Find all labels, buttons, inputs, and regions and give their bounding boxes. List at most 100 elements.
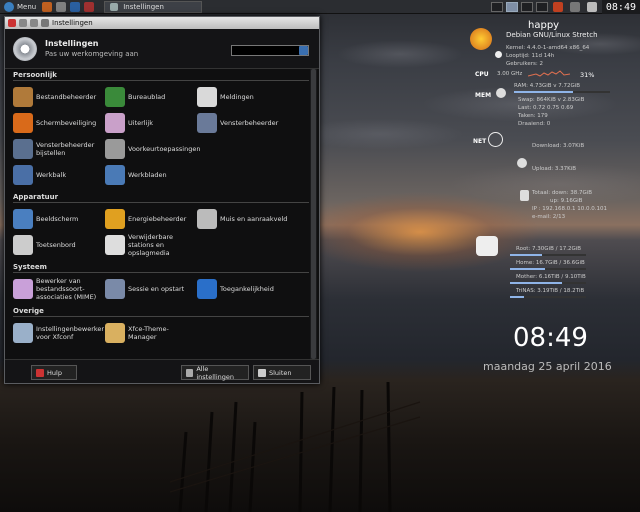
settings-item[interactable]: Voorkeurtoepassingen (105, 137, 200, 161)
desktop-date: maandag 25 april 2016 (483, 360, 612, 373)
mouse-icon (197, 209, 217, 229)
disk-bar-fill (510, 282, 562, 284)
minimize-window-icon[interactable] (19, 19, 27, 27)
window-titlebar[interactable]: Instellingen (5, 17, 319, 29)
settings-item[interactable]: Energiebeheerder (105, 207, 197, 231)
conky-users: Gebruikers: 2 (506, 61, 544, 67)
settings-item[interactable]: Muis en aanraakveld (197, 207, 309, 231)
close-window-icon[interactable] (8, 19, 16, 27)
back-arrow-icon (186, 368, 194, 377)
conky-kernel: Kernel: 4.4.0-1-amd64 x86_64 (506, 45, 590, 51)
settings-item[interactable]: Bewerker van bestandssoort-associaties (… (13, 277, 105, 301)
help-label: Hulp (47, 368, 62, 377)
settings-item-label: Bewerker van bestandssoort-associaties (… (36, 277, 97, 301)
empty-cell (197, 321, 309, 345)
appearance-icon (105, 113, 125, 133)
applications-menu-button[interactable]: Menu (0, 0, 40, 14)
mem-label: MEM (475, 92, 492, 99)
conky-running: Draaiend: 0 (518, 121, 551, 127)
firefox-launcher-icon[interactable] (42, 1, 53, 12)
settings-sections: Persoonlijk Bestandbeheerder Bureaublad Mel… (13, 71, 309, 345)
all-settings-button[interactable]: Alle instellingen (181, 364, 249, 381)
beach-fence-silhouette (169, 381, 421, 512)
settings-item[interactable]: Bureaublad (105, 85, 197, 109)
thunderbird-launcher-icon[interactable] (70, 1, 81, 12)
settings-item[interactable]: Werkbalk (13, 163, 105, 187)
flame-logo-icon (470, 28, 492, 50)
settings-item-label: Werkbalk (36, 171, 67, 179)
close-icon (258, 368, 266, 377)
tray-volume-icon[interactable] (569, 2, 580, 12)
workspace-4[interactable] (535, 2, 548, 12)
workspace-3[interactable] (520, 2, 533, 12)
disk-label: Mother: 6.16TiB / 9.10TiB (516, 274, 586, 280)
conky-ram: RAM: 4.73GiB v 7.72GiB (514, 83, 581, 89)
section-grid: Instellingenbewerker voor Xfconf Xfce-The… (13, 321, 309, 345)
tray-app-icon[interactable] (552, 2, 563, 12)
settings-item-label: Schermbeveiliging (36, 119, 97, 127)
conky-total-up: up: 9.16GiB (550, 198, 583, 204)
section-title: Apparatuur (13, 193, 309, 203)
top-panel: Menu Instellingen 08:49 (0, 0, 640, 14)
settings-item[interactable]: Beeldscherm (13, 207, 105, 231)
settings-item[interactable]: Werkbladen (105, 163, 197, 187)
panel-clock[interactable]: 08:49 (601, 0, 640, 14)
settings-item[interactable]: Verwijderbare stations en opslagmedia (105, 233, 197, 257)
settings-item[interactable]: Xfce-Theme-Manager (105, 321, 197, 345)
maximize-window-icon[interactable] (30, 19, 38, 27)
settings-gear-icon (13, 36, 37, 61)
workspace-1[interactable] (490, 2, 503, 12)
taskbar-window-button[interactable]: Instellingen (104, 0, 203, 13)
disk-bar-fill (510, 268, 545, 270)
settings-item[interactable]: Uiterlijk (105, 111, 197, 135)
hard-drive-icon (476, 236, 498, 256)
accessibility-icon (197, 279, 217, 299)
cpu-percent: 31% (580, 71, 595, 79)
disk-bar-fill (510, 254, 542, 256)
search-icon[interactable] (299, 46, 308, 55)
workspace-2[interactable] (505, 2, 518, 12)
session-icon (105, 279, 125, 299)
settings-item[interactable]: Toetsenbord (13, 233, 105, 257)
conky-load: Last: 0.72 0.75 0.69 (518, 105, 574, 111)
app-launcher-icon[interactable] (84, 1, 95, 12)
info-icon (495, 51, 502, 58)
help-icon (36, 368, 44, 377)
settings-item[interactable]: Schermbeveiliging (13, 111, 105, 135)
disk-bar (510, 296, 586, 298)
section-grid: Beeldscherm Energiebeheerder Muis en aanra… (13, 207, 309, 257)
conky-download: Download: 3.07KiB (532, 143, 585, 149)
settings-item[interactable]: Toegankelijkheid (197, 277, 309, 301)
power-manager-icon (105, 209, 125, 229)
window-menu-icon[interactable] (41, 19, 49, 27)
window-title: Instellingen (52, 19, 93, 27)
tray-weather-icon[interactable] (586, 2, 597, 12)
taskbar-window-label: Instellingen (123, 2, 164, 11)
all-settings-label: Alle instellingen (196, 364, 235, 381)
settings-launcher-icon[interactable] (56, 1, 67, 12)
conky-ip: IP : 192.168.0.1 10.0.0.101 (532, 206, 608, 212)
conky-distro: Debian GNU/Linux Stretch (506, 31, 598, 39)
settings-item-label: Meldingen (220, 93, 254, 101)
search-input[interactable] (231, 45, 309, 56)
settings-item-label: Bestandbeheerder (36, 93, 97, 101)
menu-label: Menu (17, 2, 37, 11)
close-button[interactable]: Sluiten (253, 365, 311, 380)
theme-manager-icon (105, 323, 125, 343)
settings-window: Instellingen Instellingen Pas uw werkomg… (4, 16, 320, 384)
disk-label: Root: 7.30GiB / 17.2GiB (516, 246, 582, 252)
section-title: Persoonlijk (13, 71, 309, 81)
content-scrollbar[interactable] (310, 69, 317, 369)
scrollbar-thumb[interactable] (311, 69, 316, 359)
settings-item[interactable]: Bestandbeheerder (13, 85, 105, 109)
section-grid: Bestandbeheerder Bureaublad Meldingen Scher… (13, 85, 309, 187)
settings-item[interactable]: Vensterbeheerder (197, 111, 309, 135)
settings-item[interactable]: Meldingen (197, 85, 309, 109)
settings-item[interactable]: Vensterbeheerder bijstellen (13, 137, 105, 161)
settings-item[interactable]: Instellingenbewerker voor Xfconf (13, 321, 105, 345)
section-grid: Bewerker van bestandssoort-associaties (… (13, 277, 309, 301)
help-button[interactable]: Hulp (31, 365, 77, 380)
conky-total-down: Totaal: down: 38.7GiB (532, 190, 593, 196)
settings-item[interactable]: Sessie en opstart (105, 277, 197, 301)
settings-item-label: Toetsenbord (36, 241, 76, 249)
